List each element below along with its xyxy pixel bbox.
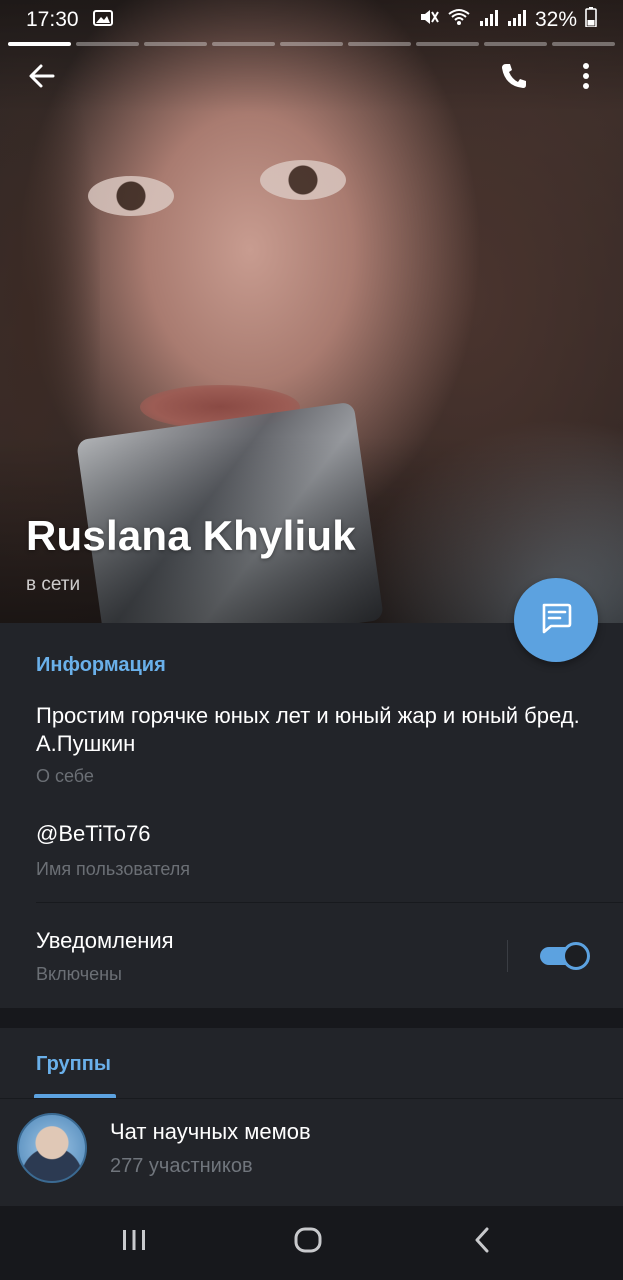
status-icons: 32% bbox=[419, 7, 597, 33]
group-title: Чат научных мемов bbox=[110, 1119, 311, 1144]
story-progress-bar bbox=[8, 42, 615, 46]
recent-apps-icon bbox=[121, 1228, 147, 1257]
battery-icon bbox=[585, 7, 597, 33]
home-icon bbox=[294, 1227, 322, 1258]
notifications-label[interactable]: Уведомления bbox=[36, 927, 174, 955]
profile-name: Ruslana Khyliuk bbox=[26, 512, 356, 559]
notifications-state: Включены bbox=[36, 964, 122, 984]
status-bar: 17:30 32% bbox=[0, 0, 623, 40]
message-button[interactable] bbox=[514, 578, 598, 662]
signal-icon bbox=[479, 8, 499, 32]
battery-percent: 32% bbox=[534, 8, 577, 31]
story-segment bbox=[8, 42, 71, 46]
story-segment bbox=[552, 42, 615, 46]
info-header: Информация bbox=[36, 654, 166, 676]
home-button[interactable] bbox=[278, 1220, 338, 1264]
wifi-icon bbox=[447, 8, 471, 32]
story-segment bbox=[416, 42, 479, 46]
story-segment bbox=[76, 42, 139, 46]
story-segment bbox=[212, 42, 275, 46]
username-label: Имя пользователя bbox=[36, 859, 191, 879]
story-segment bbox=[484, 42, 547, 46]
system-nav-bar bbox=[0, 1206, 623, 1280]
group-members: 277 участников bbox=[110, 1155, 253, 1177]
nav-back-icon bbox=[474, 1227, 490, 1258]
story-segment bbox=[144, 42, 207, 46]
profile-status: в сети bbox=[26, 574, 81, 595]
story-segment bbox=[348, 42, 411, 46]
phone-icon bbox=[499, 61, 529, 96]
notifications-separator bbox=[507, 940, 508, 972]
gallery-icon bbox=[92, 8, 113, 32]
bio-label: О себе bbox=[36, 766, 94, 786]
recent-apps-button[interactable] bbox=[104, 1220, 164, 1264]
groups-tab[interactable]: Группы bbox=[36, 1053, 111, 1076]
more-vertical-icon bbox=[582, 62, 590, 95]
story-segment bbox=[280, 42, 343, 46]
notifications-toggle[interactable] bbox=[538, 940, 592, 972]
mute-icon bbox=[419, 8, 439, 32]
call-button[interactable] bbox=[490, 54, 538, 102]
status-time: 17:30 bbox=[26, 8, 79, 31]
nav-back-button[interactable] bbox=[452, 1220, 512, 1264]
avatar bbox=[17, 1113, 87, 1183]
back-button[interactable] bbox=[18, 54, 66, 102]
more-button[interactable] bbox=[562, 54, 610, 102]
bio-text[interactable]: Простим горячке юных лет и юный жар и юн… bbox=[36, 702, 596, 758]
toggle-knob bbox=[562, 942, 590, 970]
message-icon bbox=[538, 600, 574, 641]
info-divider bbox=[36, 902, 623, 903]
signal-icon-2 bbox=[507, 8, 527, 32]
username-text[interactable]: @BeTiTo76 bbox=[36, 820, 150, 848]
group-list-item[interactable]: Чат научных мемов 277 участников bbox=[0, 1099, 623, 1206]
arrow-left-icon bbox=[28, 62, 56, 95]
section-gap bbox=[0, 1008, 623, 1028]
